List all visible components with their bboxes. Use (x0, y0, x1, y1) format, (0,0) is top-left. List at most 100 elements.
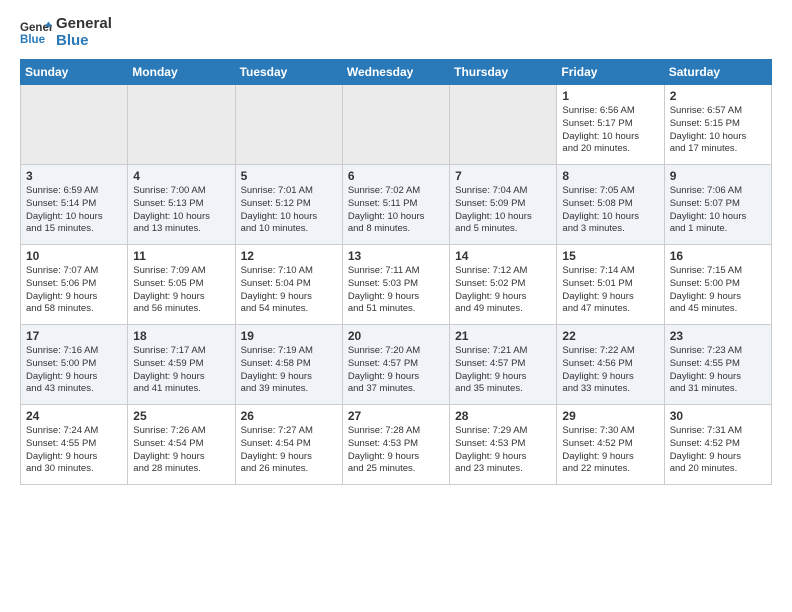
day-info: Sunrise: 6:57 AM Sunset: 5:15 PM Dayligh… (670, 105, 766, 156)
logo-general: General (56, 15, 112, 32)
day-info: Sunrise: 7:06 AM Sunset: 5:07 PM Dayligh… (670, 185, 766, 236)
day-number: 2 (670, 89, 766, 103)
calendar-cell: 12Sunrise: 7:10 AM Sunset: 5:04 PM Dayli… (235, 245, 342, 325)
day-info: Sunrise: 7:01 AM Sunset: 5:12 PM Dayligh… (241, 185, 337, 236)
calendar-cell: 29 Sunrise: 7:30 AM Sunset: 4:52 PM Dayli… (557, 405, 664, 485)
day-info: Sunrise: 7:24 AM Sunset: 4:55 PM Dayligh… (26, 425, 122, 476)
week-row-4: 17 Sunrise: 7:16 AM Sunset: 5:00 PM Dayli… (21, 325, 772, 405)
calendar-cell: 8Sunrise: 7:05 AM Sunset: 5:08 PM Daylig… (557, 165, 664, 245)
calendar-cell: 10 Sunrise: 7:07 AM Sunset: 5:06 PM Dayli… (21, 245, 128, 325)
day-info: Sunrise: 7:07 AM Sunset: 5:06 PM Dayligh… (26, 265, 122, 316)
day-info: Sunrise: 7:14 AM Sunset: 5:01 PM Dayligh… (562, 265, 658, 316)
weekday-header-wednesday: Wednesday (342, 60, 449, 85)
day-number: 16 (670, 249, 766, 263)
calendar-cell: 9 Sunrise: 7:06 AM Sunset: 5:07 PM Daylig… (664, 165, 771, 245)
weekday-header-sunday: Sunday (21, 60, 128, 85)
weekday-header-saturday: Saturday (664, 60, 771, 85)
calendar-cell (128, 85, 235, 165)
day-number: 14 (455, 249, 551, 263)
day-number: 20 (348, 329, 444, 343)
day-number: 19 (241, 329, 337, 343)
svg-text:Blue: Blue (20, 33, 46, 45)
day-number: 29 (562, 409, 658, 423)
day-info: Sunrise: 7:09 AM Sunset: 5:05 PM Dayligh… (133, 265, 229, 316)
calendar-cell: 6Sunrise: 7:02 AM Sunset: 5:11 PM Daylig… (342, 165, 449, 245)
calendar-cell: 7 Sunrise: 7:04 AM Sunset: 5:09 PM Daylig… (450, 165, 557, 245)
calendar-cell (235, 85, 342, 165)
calendar-cell: 5 Sunrise: 7:01 AM Sunset: 5:12 PM Daylig… (235, 165, 342, 245)
day-number: 8 (562, 169, 658, 183)
day-number: 15 (562, 249, 658, 263)
day-number: 23 (670, 329, 766, 343)
weekday-header-row: SundayMondayTuesdayWednesdayThursdayFrid… (21, 60, 772, 85)
header: General Blue General Blue (20, 16, 772, 49)
day-number: 1 (562, 89, 658, 103)
week-row-1: 1 Sunrise: 6:56 AM Sunset: 5:17 PM Daylig… (21, 85, 772, 165)
day-number: 18 (133, 329, 229, 343)
calendar-cell: 21 Sunrise: 7:21 AM Sunset: 4:57 PM Dayli… (450, 325, 557, 405)
calendar-cell (21, 85, 128, 165)
calendar-cell (450, 85, 557, 165)
calendar-cell: 17 Sunrise: 7:16 AM Sunset: 5:00 PM Dayli… (21, 325, 128, 405)
day-number: 5 (241, 169, 337, 183)
page: General Blue General Blue SundayMondayTu… (0, 0, 792, 501)
day-number: 17 (26, 329, 122, 343)
calendar-cell: 28Sunrise: 7:29 AM Sunset: 4:53 PM Dayli… (450, 405, 557, 485)
calendar-cell: 27 Sunrise: 7:28 AM Sunset: 4:53 PM Dayli… (342, 405, 449, 485)
day-info: Sunrise: 7:00 AM Sunset: 5:13 PM Dayligh… (133, 185, 229, 236)
day-info: Sunrise: 7:16 AM Sunset: 5:00 PM Dayligh… (26, 345, 122, 396)
calendar-cell: 11 Sunrise: 7:09 AM Sunset: 5:05 PM Dayli… (128, 245, 235, 325)
calendar-cell: 20 Sunrise: 7:20 AM Sunset: 4:57 PM Dayli… (342, 325, 449, 405)
day-info: Sunrise: 7:22 AM Sunset: 4:56 PM Dayligh… (562, 345, 658, 396)
logo-icon: General Blue (20, 19, 52, 47)
day-info: Sunrise: 7:27 AM Sunset: 4:54 PM Dayligh… (241, 425, 337, 476)
week-row-3: 10 Sunrise: 7:07 AM Sunset: 5:06 PM Dayli… (21, 245, 772, 325)
day-info: Sunrise: 7:12 AM Sunset: 5:02 PM Dayligh… (455, 265, 551, 316)
weekday-header-thursday: Thursday (450, 60, 557, 85)
day-number: 27 (348, 409, 444, 423)
day-info: Sunrise: 6:59 AM Sunset: 5:14 PM Dayligh… (26, 185, 122, 236)
day-number: 22 (562, 329, 658, 343)
day-info: Sunrise: 6:56 AM Sunset: 5:17 PM Dayligh… (562, 105, 658, 156)
day-number: 26 (241, 409, 337, 423)
week-row-2: 3 Sunrise: 6:59 AM Sunset: 5:14 PM Daylig… (21, 165, 772, 245)
day-number: 6 (348, 169, 444, 183)
day-number: 3 (26, 169, 122, 183)
day-info: Sunrise: 7:30 AM Sunset: 4:52 PM Dayligh… (562, 425, 658, 476)
week-row-5: 24Sunrise: 7:24 AM Sunset: 4:55 PM Dayli… (21, 405, 772, 485)
calendar-cell: 13Sunrise: 7:11 AM Sunset: 5:03 PM Dayli… (342, 245, 449, 325)
day-number: 25 (133, 409, 229, 423)
calendar-cell: 24Sunrise: 7:24 AM Sunset: 4:55 PM Dayli… (21, 405, 128, 485)
day-number: 11 (133, 249, 229, 263)
day-info: Sunrise: 7:21 AM Sunset: 4:57 PM Dayligh… (455, 345, 551, 396)
day-number: 21 (455, 329, 551, 343)
calendar-cell: 25 Sunrise: 7:26 AM Sunset: 4:54 PM Dayli… (128, 405, 235, 485)
calendar-cell: 1 Sunrise: 6:56 AM Sunset: 5:17 PM Daylig… (557, 85, 664, 165)
day-info: Sunrise: 7:20 AM Sunset: 4:57 PM Dayligh… (348, 345, 444, 396)
day-number: 7 (455, 169, 551, 183)
weekday-header-tuesday: Tuesday (235, 60, 342, 85)
calendar-cell: 22 Sunrise: 7:22 AM Sunset: 4:56 PM Dayli… (557, 325, 664, 405)
day-number: 4 (133, 169, 229, 183)
day-number: 9 (670, 169, 766, 183)
logo: General Blue General Blue (20, 16, 112, 49)
calendar-cell: 26 Sunrise: 7:27 AM Sunset: 4:54 PM Dayli… (235, 405, 342, 485)
day-info: Sunrise: 7:28 AM Sunset: 4:53 PM Dayligh… (348, 425, 444, 476)
day-info: Sunrise: 7:26 AM Sunset: 4:54 PM Dayligh… (133, 425, 229, 476)
day-number: 30 (670, 409, 766, 423)
day-info: Sunrise: 7:04 AM Sunset: 5:09 PM Dayligh… (455, 185, 551, 236)
calendar-cell: 2 Sunrise: 6:57 AM Sunset: 5:15 PM Daylig… (664, 85, 771, 165)
day-number: 13 (348, 249, 444, 263)
day-info: Sunrise: 7:23 AM Sunset: 4:55 PM Dayligh… (670, 345, 766, 396)
weekday-header-friday: Friday (557, 60, 664, 85)
day-info: Sunrise: 7:17 AM Sunset: 4:59 PM Dayligh… (133, 345, 229, 396)
calendar-cell: 4 Sunrise: 7:00 AM Sunset: 5:13 PM Daylig… (128, 165, 235, 245)
day-info: Sunrise: 7:19 AM Sunset: 4:58 PM Dayligh… (241, 345, 337, 396)
day-number: 10 (26, 249, 122, 263)
logo-blue: Blue (56, 33, 112, 50)
day-number: 12 (241, 249, 337, 263)
calendar-cell: 3 Sunrise: 6:59 AM Sunset: 5:14 PM Daylig… (21, 165, 128, 245)
day-info: Sunrise: 7:29 AM Sunset: 4:53 PM Dayligh… (455, 425, 551, 476)
calendar-cell: 15 Sunrise: 7:14 AM Sunset: 5:01 PM Dayli… (557, 245, 664, 325)
calendar-cell: 23 Sunrise: 7:23 AM Sunset: 4:55 PM Dayli… (664, 325, 771, 405)
